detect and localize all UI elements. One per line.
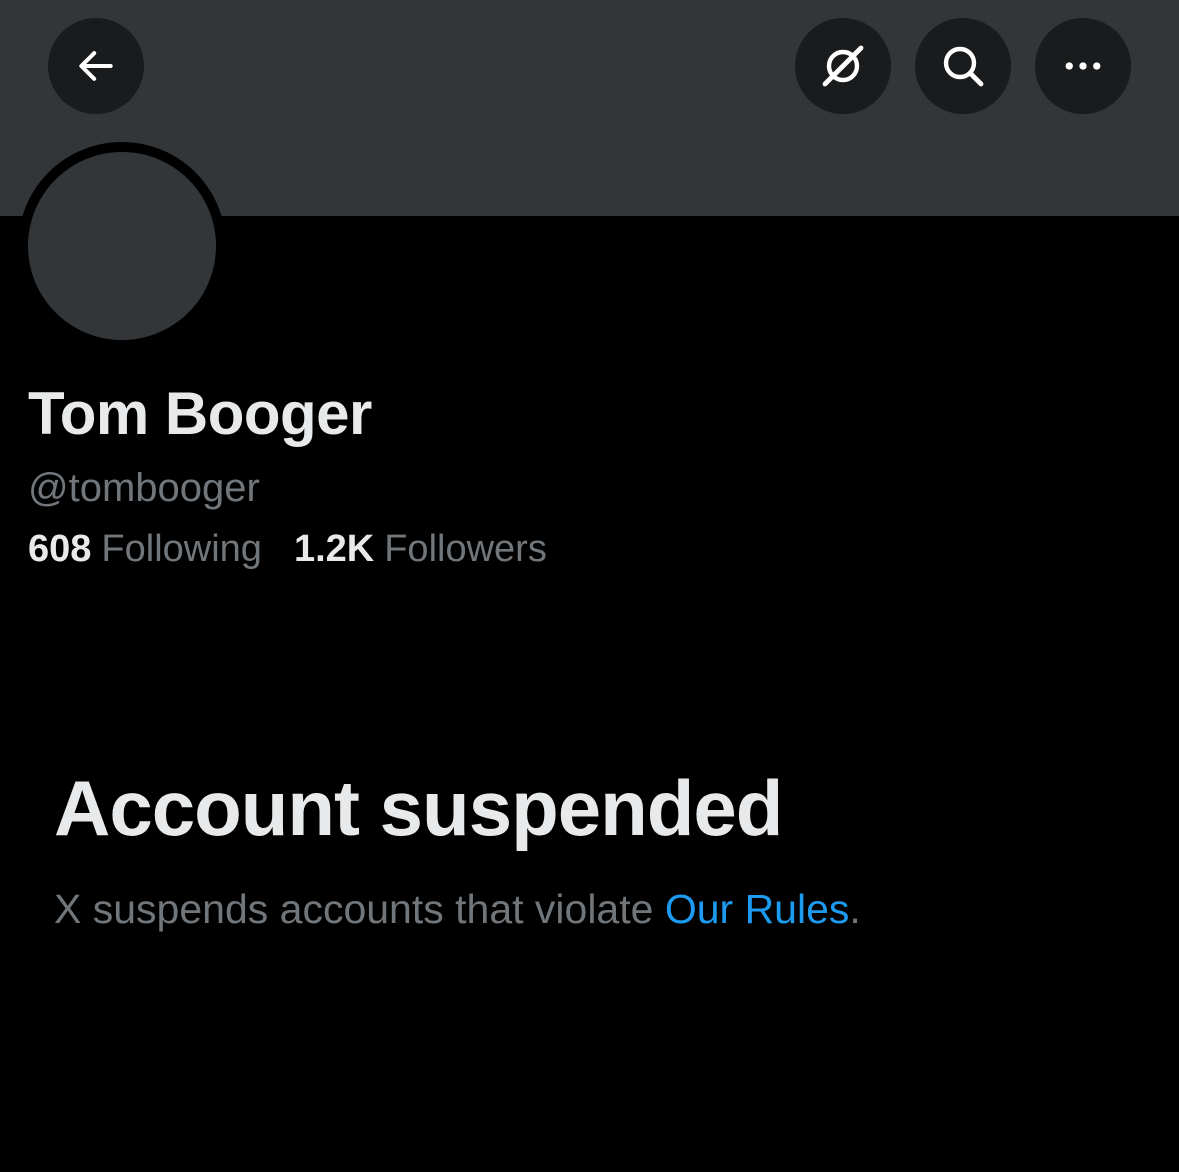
more-horizontal-icon — [1061, 44, 1105, 88]
arrow-left-icon — [74, 44, 118, 88]
following-label: Following — [101, 528, 262, 570]
more-button[interactable] — [1035, 18, 1131, 114]
followers-label: Followers — [384, 528, 547, 570]
suspension-description: X suspends accounts that violate Our Rul… — [54, 882, 861, 936]
profile-stats: 608 Following 1.2K Followers — [28, 524, 547, 574]
suspension-title: Account suspended — [54, 764, 783, 852]
suspension-description-period: . — [849, 886, 861, 932]
suspension-description-text: X suspends accounts that violate — [54, 886, 665, 932]
grok-button[interactable] — [795, 18, 891, 114]
user-handle: @tombooger — [28, 466, 260, 510]
grok-slash-icon — [819, 42, 867, 90]
back-button[interactable] — [48, 18, 144, 114]
display-name: Tom Booger — [28, 380, 372, 447]
search-icon — [939, 42, 987, 90]
followers-link[interactable]: 1.2K Followers — [294, 524, 547, 574]
avatar[interactable] — [28, 152, 216, 340]
our-rules-link[interactable]: Our Rules — [665, 886, 850, 932]
following-link[interactable]: 608 Following — [28, 524, 262, 574]
following-count: 608 — [28, 528, 92, 570]
followers-count: 1.2K — [293, 528, 375, 570]
search-button[interactable] — [915, 18, 1011, 114]
